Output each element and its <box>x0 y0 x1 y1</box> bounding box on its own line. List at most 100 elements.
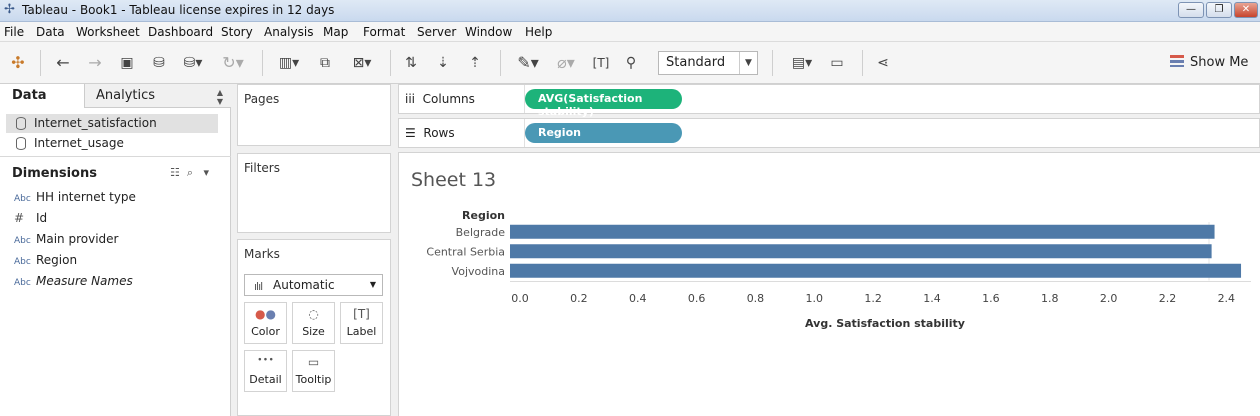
save-icon[interactable]: ▣ <box>116 51 138 75</box>
restore-button[interactable]: ❐ <box>1206 2 1232 18</box>
label-button[interactable]: [T] Label <box>340 302 383 344</box>
bar-chart: Region Belgrade Central Serbia Vojvodina 0.0… <box>426 209 1251 330</box>
field-item[interactable]: Abc HH internet type <box>14 190 136 204</box>
label-label: Label <box>346 325 377 338</box>
columns-icon: iii <box>405 92 416 106</box>
menu-dashboard[interactable]: Dashboard <box>148 25 213 39</box>
field-item[interactable]: Abc Measure Names <box>14 274 133 288</box>
bar <box>510 224 1215 239</box>
x-tick-label: 1.0 <box>806 292 824 305</box>
row-header: Region <box>462 209 505 222</box>
chevron-down-icon[interactable]: ▾ <box>204 166 210 179</box>
menu-story[interactable]: Story <box>221 25 253 39</box>
x-tick-label: 1.4 <box>923 292 941 305</box>
toolbar: ✣ ← → ▣ ⛁ ⛁▾ ↻▾ ▥▾ ⧉ ⊠▾ ⇅ ⇣ ⇡ ✎▾ ⌀▾ [T] … <box>0 42 1260 84</box>
show-me-button[interactable]: Show Me <box>1170 51 1248 75</box>
search-icon[interactable]: ⌕ <box>187 166 193 179</box>
toolbar-separator <box>862 50 863 76</box>
close-button[interactable]: ✕ <box>1234 2 1258 18</box>
x-tick-label: 0.2 <box>570 292 588 305</box>
sort-descending-icon[interactable]: ⇡ <box>464 51 486 75</box>
show-me-label: Show Me <box>1190 55 1249 70</box>
data-pane: Data Analytics ▲ ▼ Internet_satisfaction … <box>0 84 231 416</box>
pages-card[interactable]: Pages <box>237 84 391 146</box>
pause-updates-icon[interactable]: ⛁▾ <box>178 51 208 75</box>
field-item[interactable]: # Id <box>14 211 47 225</box>
marks-card: Marks ılıl Automatic ▼ ●● Color ◌ Size [… <box>237 239 391 416</box>
menu-server[interactable]: Server <box>417 25 456 39</box>
marks-card-title: Marks <box>244 247 280 261</box>
columns-shelf-label: iii Columns <box>405 92 475 106</box>
x-tick-label: 1.6 <box>982 292 1000 305</box>
filters-card[interactable]: Filters <box>237 153 391 233</box>
menu-map[interactable]: Map <box>323 25 348 39</box>
new-datasource-icon[interactable]: ⛁ <box>148 51 170 75</box>
field-label: Main provider <box>36 232 119 246</box>
menu-bar: File Data Worksheet Dashboard Story Anal… <box>0 22 1260 42</box>
color-icon: ●● <box>255 307 276 321</box>
clear-sheet-icon[interactable]: ⊠▾ <box>344 51 380 75</box>
tab-data[interactable]: Data <box>0 84 84 108</box>
fix-axes-icon[interactable]: ⚲ <box>620 51 642 75</box>
string-type-icon: Abc <box>14 236 31 246</box>
show-labels-icon[interactable]: [T] <box>590 51 612 75</box>
category-label: Vojvodina <box>452 265 505 278</box>
datasource-item[interactable]: Internet_satisfaction <box>6 114 218 133</box>
tooltip-button[interactable]: ▭ Tooltip <box>292 350 335 392</box>
refresh-icon[interactable]: ↻▾ <box>218 51 248 75</box>
highlight-icon[interactable]: ✎▾ <box>512 51 544 75</box>
redo-icon[interactable]: → <box>84 51 106 75</box>
tab-analytics-label: Analytics <box>96 88 156 103</box>
field-label: Region <box>36 253 78 267</box>
menu-worksheet[interactable]: Worksheet <box>76 25 140 39</box>
size-label: Size <box>302 325 325 338</box>
columns-shelf[interactable]: iii Columns AVG(Satisfaction stability) <box>398 84 1260 118</box>
duplicate-sheet-icon[interactable]: ⧉ <box>314 51 336 75</box>
rows-shelf[interactable]: ☰ Rows Region <box>398 118 1260 148</box>
menu-data[interactable]: Data <box>36 25 65 39</box>
tableau-logo-icon[interactable]: ✣ <box>8 51 28 75</box>
x-tick-label: 0.6 <box>688 292 706 305</box>
label-icon: [T] <box>353 307 370 321</box>
menu-format[interactable]: Format <box>363 25 405 39</box>
tooltip-icon: ▭ <box>307 355 320 369</box>
field-label: HH internet type <box>36 190 136 204</box>
undo-icon[interactable]: ← <box>52 51 74 75</box>
toolbar-separator <box>772 50 773 76</box>
database-icon <box>16 117 26 130</box>
minimize-button[interactable]: — <box>1178 2 1204 18</box>
color-label: Color <box>251 325 280 338</box>
menu-analysis[interactable]: Analysis <box>264 25 313 39</box>
sort-ascending-icon[interactable]: ⇣ <box>432 51 454 75</box>
number-type-icon: # <box>14 211 25 225</box>
mark-type-select[interactable]: ılıl Automatic ▼ <box>244 274 383 296</box>
toolbar-separator <box>390 50 391 76</box>
mark-type-value: Automatic <box>273 278 335 292</box>
category-label: Central Serbia <box>426 245 505 258</box>
menu-help[interactable]: Help <box>525 25 552 39</box>
size-button[interactable]: ◌ Size <box>292 302 335 344</box>
columns-pill[interactable]: AVG(Satisfaction stability) <box>525 89 682 118</box>
string-type-icon: Abc <box>14 194 31 204</box>
detail-button[interactable]: ∙∙∙ Detail <box>244 350 287 392</box>
datasource-item[interactable]: Internet_usage <box>6 134 218 153</box>
show-cards-icon[interactable]: ▤▾ <box>784 51 820 75</box>
field-item[interactable]: Abc Region <box>14 253 77 267</box>
field-item[interactable]: Abc Main provider <box>14 232 118 246</box>
new-worksheet-icon[interactable]: ▥▾ <box>272 51 306 75</box>
view-list-icon[interactable]: ☷ <box>170 166 180 179</box>
tab-analytics[interactable]: Analytics ▲ ▼ <box>84 84 231 108</box>
view-size-select[interactable]: Standard ▼ <box>658 51 758 75</box>
share-icon[interactable]: ⋖ <box>872 51 894 75</box>
menu-window[interactable]: Window <box>465 25 512 39</box>
field-label: Id <box>36 211 48 225</box>
menu-file[interactable]: File <box>4 25 24 39</box>
rows-pill[interactable]: Region <box>525 123 682 143</box>
group-members-icon[interactable]: ⌀▾ <box>550 51 582 75</box>
x-tick-label: 0.0 <box>511 292 529 305</box>
swap-rows-columns-icon[interactable]: ⇅ <box>400 51 422 75</box>
category-label: Belgrade <box>456 226 506 239</box>
color-button[interactable]: ●● Color <box>244 302 287 344</box>
presentation-mode-icon[interactable]: ▭ <box>826 51 848 75</box>
x-tick-label: 2.4 <box>1218 292 1236 305</box>
